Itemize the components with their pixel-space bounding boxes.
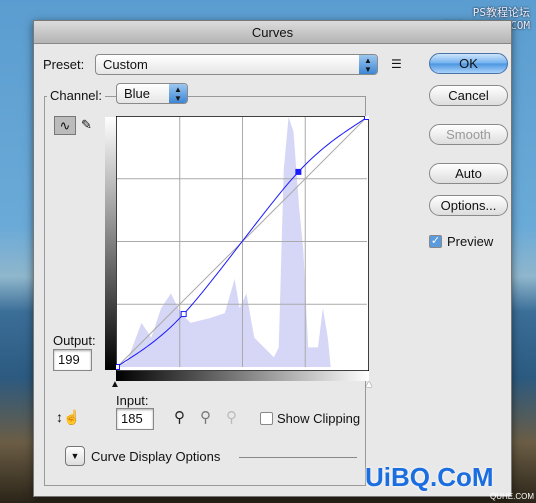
- channel-select[interactable]: Blue ▲ ▼: [116, 83, 188, 104]
- stepper-arrows-icon: ▲ ▼: [169, 84, 187, 103]
- cancel-button[interactable]: Cancel: [429, 85, 508, 106]
- input-field[interactable]: 185: [116, 408, 154, 430]
- white-eyedropper-icon[interactable]: ⚲: [226, 408, 237, 426]
- ok-button[interactable]: OK: [429, 53, 508, 74]
- output-field[interactable]: 199: [53, 349, 92, 371]
- preview-checkbox[interactable]: ✓: [429, 235, 442, 248]
- preview-label: Preview: [447, 234, 494, 249]
- preset-value: Custom: [103, 57, 148, 72]
- auto-button[interactable]: Auto: [429, 163, 508, 184]
- show-clipping-label: Show Clipping: [277, 411, 361, 426]
- pencil-tool-icon[interactable]: ✎: [81, 117, 92, 133]
- input-gradient-bar: [116, 371, 369, 381]
- gray-eyedropper-icon[interactable]: ⚲: [200, 408, 211, 426]
- options-button[interactable]: Options...: [429, 195, 508, 216]
- curve-control-point[interactable]: [116, 364, 120, 370]
- curve-graph[interactable]: [116, 116, 369, 371]
- output-gradient-bar: [105, 117, 116, 370]
- white-point-slider[interactable]: ▲: [364, 379, 374, 390]
- dialog-title: Curves: [34, 21, 511, 44]
- show-clipping-checkbox[interactable]: [260, 412, 273, 425]
- curve-tool-icon[interactable]: ∿: [54, 116, 76, 135]
- watermark-bottom: UiBQ.CoM: [365, 462, 494, 492]
- channel-value: Blue: [124, 86, 151, 101]
- curves-dialog: Curves Preset: Custom ▲ ▼ ☰ OK Cancel Smoo…: [33, 20, 512, 497]
- watermark-text: PS教程论坛: [472, 6, 530, 19]
- on-image-adjust-hand-icon[interactable]: ↕☝: [56, 409, 80, 426]
- watermark-bottom-small: QUHE.COM: [490, 492, 534, 501]
- smooth-button[interactable]: Smooth: [429, 124, 508, 145]
- preset-label: Preset:: [43, 57, 85, 72]
- input-label: Input:: [116, 393, 149, 408]
- curve-control-point[interactable]: [295, 168, 302, 175]
- disclosure-triangle-button[interactable]: ▼: [65, 446, 85, 466]
- preset-select[interactable]: Custom ▲ ▼: [95, 54, 378, 75]
- stepper-arrows-icon: ▲ ▼: [359, 55, 377, 74]
- black-point-slider[interactable]: ▲: [110, 379, 120, 390]
- black-eyedropper-icon[interactable]: ⚲: [174, 408, 185, 426]
- curve-control-point[interactable]: [364, 116, 370, 120]
- preset-options-menu-icon[interactable]: ☰: [391, 57, 402, 71]
- output-label: Output:: [53, 333, 96, 348]
- channel-label: Channel:: [47, 88, 106, 103]
- divider: [239, 457, 357, 458]
- curve-control-point[interactable]: [180, 311, 187, 318]
- curve-display-options-label: Curve Display Options: [91, 449, 221, 464]
